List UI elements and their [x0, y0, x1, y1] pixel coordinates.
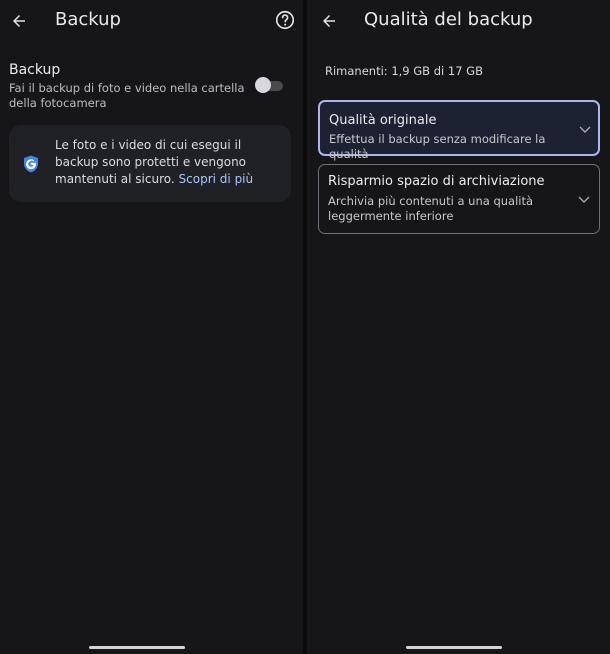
info-text: Le foto e i video di cui esegui il backu… [55, 137, 283, 188]
toggle-knob [255, 77, 271, 93]
option-storage-saver[interactable]: Risparmio spazio di archiviazione Archiv… [318, 164, 600, 234]
chevron-down-icon [577, 194, 591, 204]
google-shield-icon [23, 155, 39, 173]
backup-setting-description: Fai il backup di foto e video nella cart… [9, 81, 245, 110]
option-description: Archivia più contenuti a una qualità leg… [328, 194, 534, 223]
storage-remaining: Rimanenti: 1,9 GB di 17 GB [325, 64, 483, 78]
help-icon[interactable] [274, 9, 296, 31]
backup-settings-screen: Backup Backup Fai il backup di foto e vi… [0, 0, 303, 654]
option-title: Risparmio spazio di archiviazione [328, 174, 545, 189]
page-title: Backup [55, 9, 121, 30]
back-arrow-icon[interactable] [316, 8, 342, 34]
back-arrow-icon[interactable] [6, 8, 32, 34]
screen: Backup Backup Fai il backup di foto e vi… [0, 0, 610, 654]
learn-more-link[interactable]: Scopri di più [179, 172, 254, 186]
backup-setting-title: Backup [9, 62, 61, 78]
backup-quality-screen: Qualità del backup Rimanenti: 1,9 GB di … [307, 0, 610, 654]
option-original-quality[interactable]: Qualità originale Effettua il backup sen… [318, 100, 600, 161]
home-indicator [89, 646, 185, 649]
option-description: Effettua il backup senza modificare la q… [329, 132, 546, 161]
home-indicator [406, 646, 502, 649]
backup-toggle[interactable] [254, 77, 284, 95]
chevron-down-icon [578, 124, 592, 134]
option-title: Qualità originale [329, 113, 437, 128]
page-title: Qualità del backup [364, 9, 533, 30]
backup-info-card: Le foto e i video di cui esegui il backu… [9, 125, 291, 202]
